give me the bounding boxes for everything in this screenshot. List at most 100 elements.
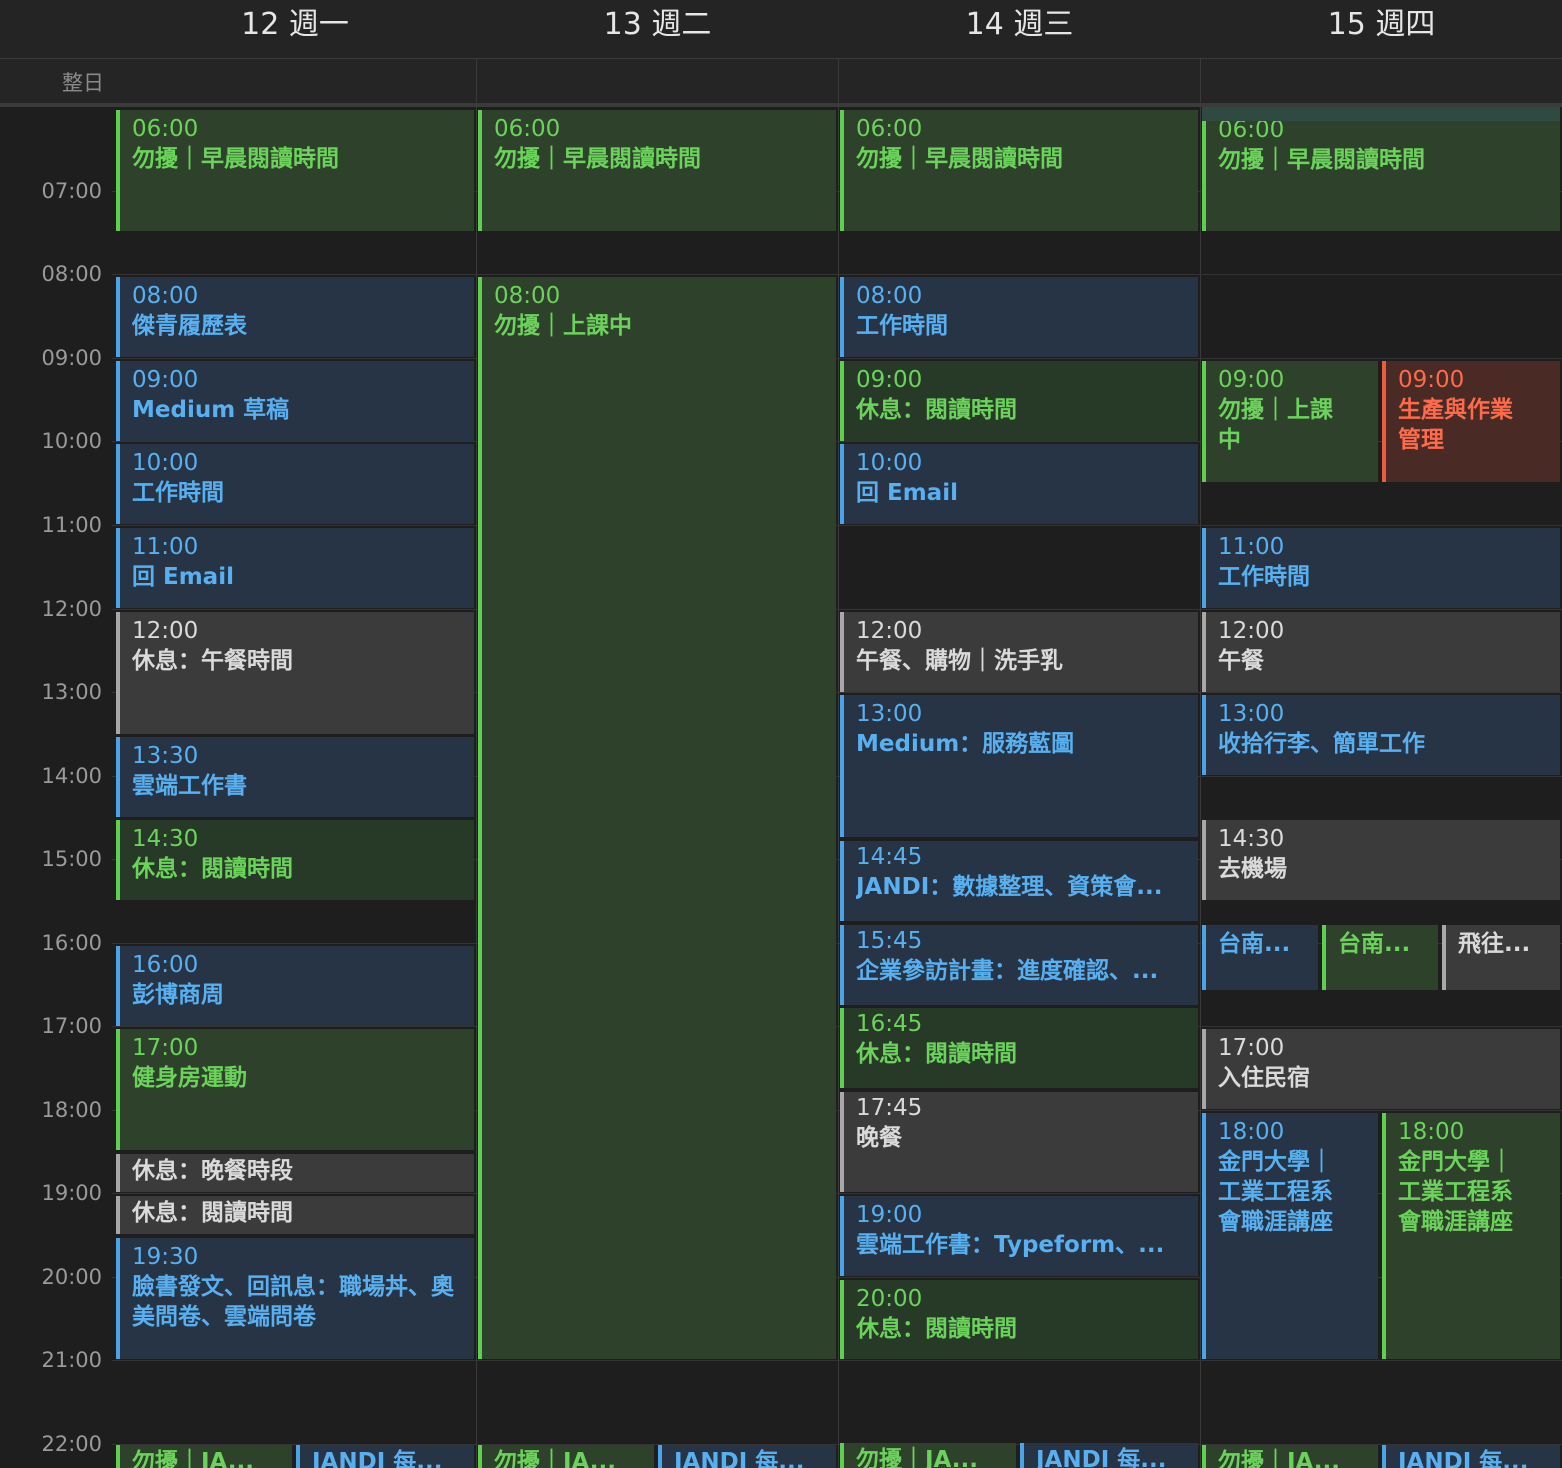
event-block[interactable]: 17:00 入住民宿: [1202, 1029, 1560, 1109]
event-time: 20:00: [856, 1286, 923, 1312]
day-header-mon[interactable]: 12 週一: [114, 0, 476, 58]
hour-line: [112, 525, 1562, 526]
event-time: 09:00: [132, 367, 199, 393]
event-block[interactable]: 09:00 休息：閱讀時間: [840, 361, 1198, 441]
event-block[interactable]: 17:00 健身房運動: [116, 1029, 474, 1150]
event-block[interactable]: 15:45 企業參訪計畫：進度確認、...: [840, 925, 1198, 1005]
event-time: 11:00: [1218, 534, 1285, 560]
event-block[interactable]: 11:00 回 Email: [116, 528, 474, 608]
event-block[interactable]: 台南...: [1202, 925, 1318, 990]
event-time: 09:00: [1218, 367, 1285, 393]
event-block[interactable]: 勿擾｜JA...: [116, 1445, 292, 1468]
event-title: 工作時間: [856, 313, 948, 339]
event-title: JANDI 每...: [674, 1449, 805, 1468]
event-block[interactable]: 06:00 勿擾｜早晨閱讀時間: [1202, 121, 1560, 231]
hour-line: [112, 1026, 1562, 1027]
event-block[interactable]: 12:00 休息：午餐時間: [116, 612, 474, 734]
event-block[interactable]: 06:00 勿擾｜早晨閱讀時間: [116, 110, 474, 231]
hour-label: 07:00: [41, 179, 102, 203]
event-time: 06:00: [1218, 121, 1285, 143]
time-grid[interactable]: 07:00 08:00 09:00 10:00 11:00 12:00 13:0…: [0, 107, 1562, 1468]
event-title: 雲端工作書: [132, 773, 247, 799]
event-block[interactable]: 休息：閱讀時間: [116, 1196, 474, 1234]
event-time: 17:45: [856, 1095, 923, 1121]
event-block[interactable]: 勿擾｜JA...: [478, 1445, 654, 1468]
hour-label: 14:00: [41, 764, 102, 788]
hour-label: 21:00: [41, 1348, 102, 1372]
event-title: 休息：閱讀時間: [132, 1200, 293, 1226]
event-block[interactable]: 10:00 回 Email: [840, 444, 1198, 524]
event-block[interactable]: 16:45 休息：閱讀時間: [840, 1008, 1198, 1088]
hour-label: 19:00: [41, 1181, 102, 1205]
event-block[interactable]: 台南...: [1322, 925, 1438, 990]
event-block[interactable]: JANDI 每...: [1382, 1445, 1560, 1468]
event-block[interactable]: 19:30 臉書發文、回訊息：職場丼、奧美問卷、雲端問卷: [116, 1238, 474, 1359]
event-block[interactable]: 17:45 晚餐: [840, 1092, 1198, 1192]
event-block[interactable]: 18:00 金門大學｜工業工程系會職涯講座: [1382, 1113, 1560, 1359]
event-block[interactable]: 10:00 工作時間: [116, 444, 474, 524]
event-block[interactable]: 13:00 收拾行李、簡單工作: [1202, 695, 1560, 775]
event-time: 06:00: [494, 116, 561, 142]
event-block[interactable]: 11:00 工作時間: [1202, 528, 1560, 608]
event-title: 休息：閱讀時間: [132, 856, 293, 882]
day-header-tue[interactable]: 13 週二: [477, 0, 838, 58]
event-block[interactable]: 13:00 Medium：服務藍圖: [840, 695, 1198, 837]
event-block[interactable]: 18:00 金門大學｜工業工程系會職涯講座: [1202, 1113, 1378, 1359]
event-block[interactable]: 12:00 午餐: [1202, 612, 1560, 692]
event-title: 勿擾｜上課中: [494, 313, 632, 339]
event-title: 彭博商周: [132, 982, 224, 1008]
event-block[interactable]: 09:00 Medium 草稿: [116, 361, 474, 441]
hour-line: [112, 1360, 1562, 1361]
event-block[interactable]: 09:00 勿擾｜上課中: [1202, 361, 1378, 482]
partial-event-strip[interactable]: [1202, 107, 1560, 121]
event-time: 13:00: [856, 701, 923, 727]
event-block[interactable]: 勿擾｜JA...: [840, 1443, 1016, 1468]
event-title: 傑青履歷表: [132, 313, 247, 339]
event-time: 12:00: [1218, 618, 1285, 644]
event-block[interactable]: 14:30 去機場: [1202, 820, 1560, 900]
day-header-wed[interactable]: 14 週三: [839, 0, 1200, 58]
event-time: 13:00: [1218, 701, 1285, 727]
event-time: 18:00: [1218, 1119, 1285, 1145]
event-block[interactable]: 08:00 傑青履歷表: [116, 277, 474, 357]
event-block[interactable]: 休息：晚餐時段: [116, 1154, 474, 1192]
all-day-row[interactable]: 整日: [0, 59, 1562, 107]
event-block[interactable]: JANDI 每...: [1020, 1443, 1198, 1468]
event-title: 勿擾｜JA...: [132, 1449, 254, 1468]
event-title: 回 Email: [856, 480, 958, 506]
event-block[interactable]: JANDI 每...: [658, 1445, 836, 1468]
event-time: 09:00: [1398, 367, 1465, 393]
event-block[interactable]: 12:00 午餐、購物｜洗手乳: [840, 612, 1198, 692]
event-block[interactable]: 13:30 雲端工作書: [116, 737, 474, 817]
event-block[interactable]: JANDI 每...: [296, 1445, 474, 1468]
event-title: 回 Email: [132, 564, 234, 590]
event-block[interactable]: 飛往...: [1442, 925, 1560, 990]
event-block[interactable]: 19:00 雲端工作書：Typeform、...: [840, 1196, 1198, 1276]
event-title: 收拾行李、簡單工作: [1218, 731, 1425, 757]
event-title: 晚餐: [856, 1125, 902, 1151]
hour-label: 12:00: [41, 597, 102, 621]
event-title: 休息：晚餐時段: [132, 1158, 293, 1184]
event-block[interactable]: 08:00 勿擾｜上課中: [478, 277, 836, 1359]
event-block[interactable]: 16:00 彭博商周: [116, 946, 474, 1026]
event-block[interactable]: 20:00 休息：閱讀時間: [840, 1280, 1198, 1359]
event-time: 18:00: [1398, 1119, 1465, 1145]
event-title: 雲端工作書：Typeform、...: [856, 1232, 1165, 1258]
all-day-label: 整日: [62, 71, 104, 95]
hour-label: 13:00: [41, 680, 102, 704]
event-block[interactable]: 09:00 生產與作業管理: [1382, 361, 1560, 482]
event-block[interactable]: 14:30 休息：閱讀時間: [116, 820, 474, 900]
event-block[interactable]: 勿擾｜JA...: [1202, 1445, 1378, 1468]
event-block[interactable]: 06:00 勿擾｜早晨閱讀時間: [840, 110, 1198, 231]
event-title: JANDI 每...: [1036, 1447, 1167, 1468]
day-header-thu[interactable]: 15 週四: [1201, 0, 1562, 58]
hour-line: [112, 609, 1562, 610]
event-time: 14:45: [856, 844, 923, 870]
event-time: 06:00: [132, 116, 199, 142]
event-time: 14:30: [1218, 826, 1285, 852]
event-time: 08:00: [132, 283, 199, 309]
event-block[interactable]: 06:00 勿擾｜早晨閱讀時間: [478, 110, 836, 231]
event-title: 臉書發文、回訊息：職場丼、奧美問卷、雲端問卷: [132, 1274, 454, 1330]
event-block[interactable]: 14:45 JANDI：數據整理、資策會...: [840, 841, 1198, 921]
event-block[interactable]: 08:00 工作時間: [840, 277, 1198, 357]
